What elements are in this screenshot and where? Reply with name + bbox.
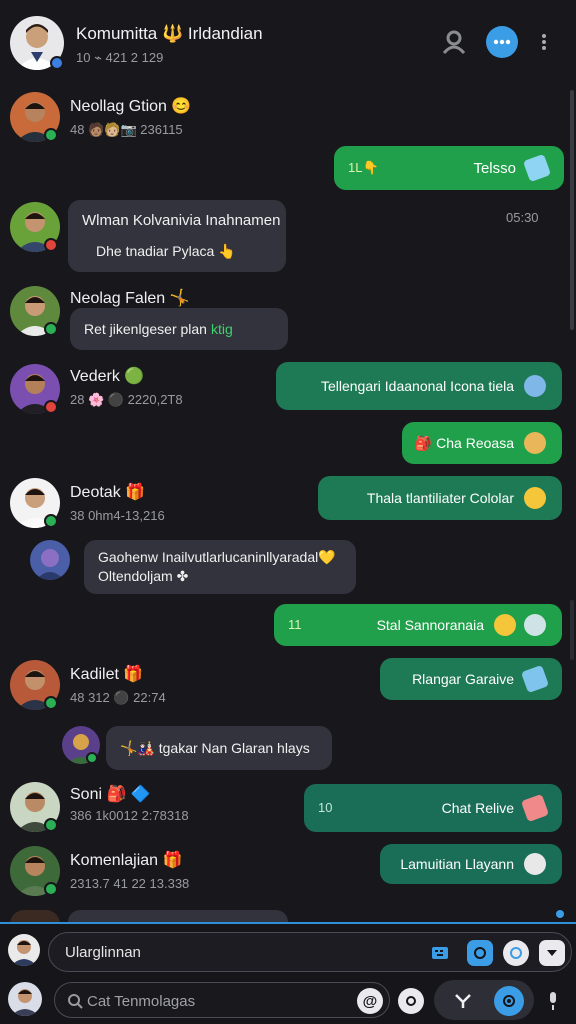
sender-name: Deotak 🎁: [70, 484, 146, 501]
message-text: Oltendoljam ✤: [98, 568, 189, 584]
message-row: Vederk 🟢 28 🌸 ⚫ 2220,2T8 Tellengari Idaa…: [0, 360, 576, 418]
camera-icon[interactable]: [398, 988, 424, 1014]
message-time: 05:30: [506, 210, 539, 225]
scrollbar-track-segment: [570, 600, 574, 660]
members-icon[interactable]: [438, 26, 470, 58]
sender-meta: 386 1k0012 2:78318: [70, 808, 189, 823]
sticker-icon: [524, 375, 546, 397]
microphone-icon[interactable]: [540, 988, 566, 1014]
sticker-button-icon[interactable]: [467, 940, 493, 966]
call-icon[interactable]: [486, 26, 518, 58]
message-text: 🤸🎎 tgakar Nan Glaran hlays: [120, 739, 310, 756]
chat-header: Komumitta 🔱 Irldandian 10 ⌁ 421 2 129: [0, 0, 576, 84]
message-row: Kadilet 🎁 48 312 ⚫ 22:74 Rlangar Garaive: [0, 656, 576, 714]
message-input[interactable]: Ularglinnan: [48, 932, 572, 972]
mention-icon[interactable]: @: [357, 988, 383, 1014]
smiley-icon: [524, 487, 546, 509]
sender-meta: 28 🌸 ⚫ 2220,2T8: [70, 392, 183, 407]
message-row: Neolag Falen 🤸 Ret jikenlgeser plan ktig: [0, 282, 576, 350]
keyboard-icon[interactable]: [427, 940, 453, 966]
message-row: Komenlajian 🎁 2313.7 41 22 13.338 Lamuit…: [0, 842, 576, 900]
sticker-icon: [524, 432, 546, 454]
incoming-message[interactable]: Wlman Kolvanivia Inahnamen Dhe tnadiar P…: [68, 200, 286, 272]
incoming-message: [68, 910, 288, 922]
emoji-button-icon[interactable]: [503, 940, 529, 966]
sender-name: Soni 🎒 🔷: [70, 786, 151, 803]
message-text: Thala tlantiliater Cololar: [366, 490, 514, 506]
smiley-icon: [494, 614, 516, 636]
group-title: Komumitta 🔱 Irldandian: [76, 24, 263, 43]
sticker-icon: [524, 614, 546, 636]
message-text: Telsso: [473, 159, 516, 177]
sender-meta: 48 312 ⚫ 22:74: [70, 690, 166, 705]
unread-dot-icon: [554, 908, 566, 920]
outgoing-message[interactable]: 10 Chat Relive: [304, 784, 562, 832]
search-input[interactable]: Cat Tenmolagas @: [54, 982, 390, 1018]
online-status-icon: [44, 238, 58, 252]
sender-name: Neollag Gtion 😊: [70, 98, 192, 115]
outgoing-message[interactable]: Rlangar Garaive: [380, 658, 562, 700]
outgoing-message[interactable]: 11 Stal Sannoranaia: [274, 604, 562, 646]
message-text: Stal Sannoranaia: [376, 617, 484, 633]
outgoing-message[interactable]: Lamuitian Llayann: [380, 844, 562, 884]
message-accent: ktig: [210, 321, 233, 337]
sticker-icon: [524, 853, 546, 875]
message-text: Chat Relive: [441, 800, 514, 816]
outgoing-message[interactable]: Tellengari Idaanonal Icona tiela: [276, 362, 562, 410]
message-row: Neollag Gtion 😊 48 🧑🏽🧑🏼📷 236115: [0, 88, 576, 148]
message-row: 🤸🎎 tgakar Nan Glaran hlays: [0, 724, 576, 772]
sender-meta: 38 0hm4-13,216: [70, 508, 165, 523]
online-status-icon: [44, 400, 58, 414]
message-text: Dhe tnadiar Pylaca 👆: [96, 243, 236, 259]
incoming-message[interactable]: Gaohenw Inailvutlarlucaninllyaradal💛 Olt…: [84, 540, 356, 594]
message-text: Gaohenw Inailvutlarlucaninllyaradal💛: [98, 549, 336, 565]
online-status-icon: [44, 322, 58, 336]
more-options-icon[interactable]: [534, 26, 554, 58]
online-status-icon: [44, 128, 58, 142]
message-text: Lamuitian Llayann: [400, 856, 514, 872]
message-text: Rlangar Garaive: [412, 671, 514, 687]
profile-avatar[interactable]: [8, 982, 42, 1016]
user-avatar[interactable]: [30, 540, 70, 580]
online-status-icon: [44, 818, 58, 832]
outgoing-message[interactable]: Thala tlantiliater Cololar: [318, 476, 562, 520]
message-row: Deotak 🎁 38 0hm4-13,216 Thala tlantiliat…: [0, 474, 576, 532]
sticker-icon: [520, 793, 550, 823]
sticker-icon: [520, 664, 550, 694]
message-row: Soni 🎒 🔷 386 1k0012 2:78318 10 Chat Reli…: [0, 778, 576, 836]
composer: Ularglinnan Cat Tenmolagas @: [0, 922, 576, 1024]
my-avatar[interactable]: [8, 934, 40, 966]
sender-name: Vederk 🟢: [70, 368, 145, 385]
online-status-icon: [86, 752, 98, 764]
sender-meta: 2313.7 41 22 13.338: [70, 876, 190, 891]
sender-name: Wlman Kolvanivia Inahnamen: [82, 212, 281, 229]
online-status-icon: [44, 882, 58, 896]
outgoing-message[interactable]: 1L👇 Telsso: [334, 146, 564, 190]
sticker-icon: [522, 153, 552, 183]
online-status-icon: [44, 514, 58, 528]
message-row: Gaohenw Inailvutlarlucaninllyaradal💛 Olt…: [0, 538, 576, 596]
sender-name: Neolag Falen 🤸: [70, 290, 190, 307]
attach-icon[interactable]: [539, 940, 565, 966]
sender-name: Kadilet 🎁: [70, 666, 144, 683]
online-status-icon: [44, 696, 58, 710]
sender-name: Komenlajian 🎁: [70, 852, 183, 869]
group-meta: 10 ⌁ 421 2 129: [76, 50, 164, 65]
message-text: 🎒 Cha Reoasa: [414, 434, 514, 451]
search-placeholder: Cat Tenmolagas: [87, 993, 196, 1010]
record-icon[interactable]: [494, 986, 524, 1016]
filter-icon[interactable]: [450, 988, 476, 1014]
message-input-value: Ularglinnan: [65, 944, 141, 961]
search-icon: [68, 994, 83, 1009]
sender-meta: 48 🧑🏽🧑🏼📷 236115: [70, 122, 183, 137]
outgoing-message[interactable]: 🎒 Cha Reoasa: [402, 422, 562, 464]
message-text: Tellengari Idaanonal Icona tiela: [320, 378, 514, 394]
message-row: Wlman Kolvanivia Inahnamen Dhe tnadiar P…: [0, 198, 576, 274]
scrollbar[interactable]: [570, 90, 574, 330]
message-text: Ret jikenlgeser plan: [84, 321, 207, 337]
incoming-message[interactable]: Ret jikenlgeser plan ktig: [70, 308, 288, 350]
incoming-message[interactable]: 🤸🎎 tgakar Nan Glaran hlays: [106, 726, 332, 770]
verified-badge-icon: [50, 56, 64, 70]
